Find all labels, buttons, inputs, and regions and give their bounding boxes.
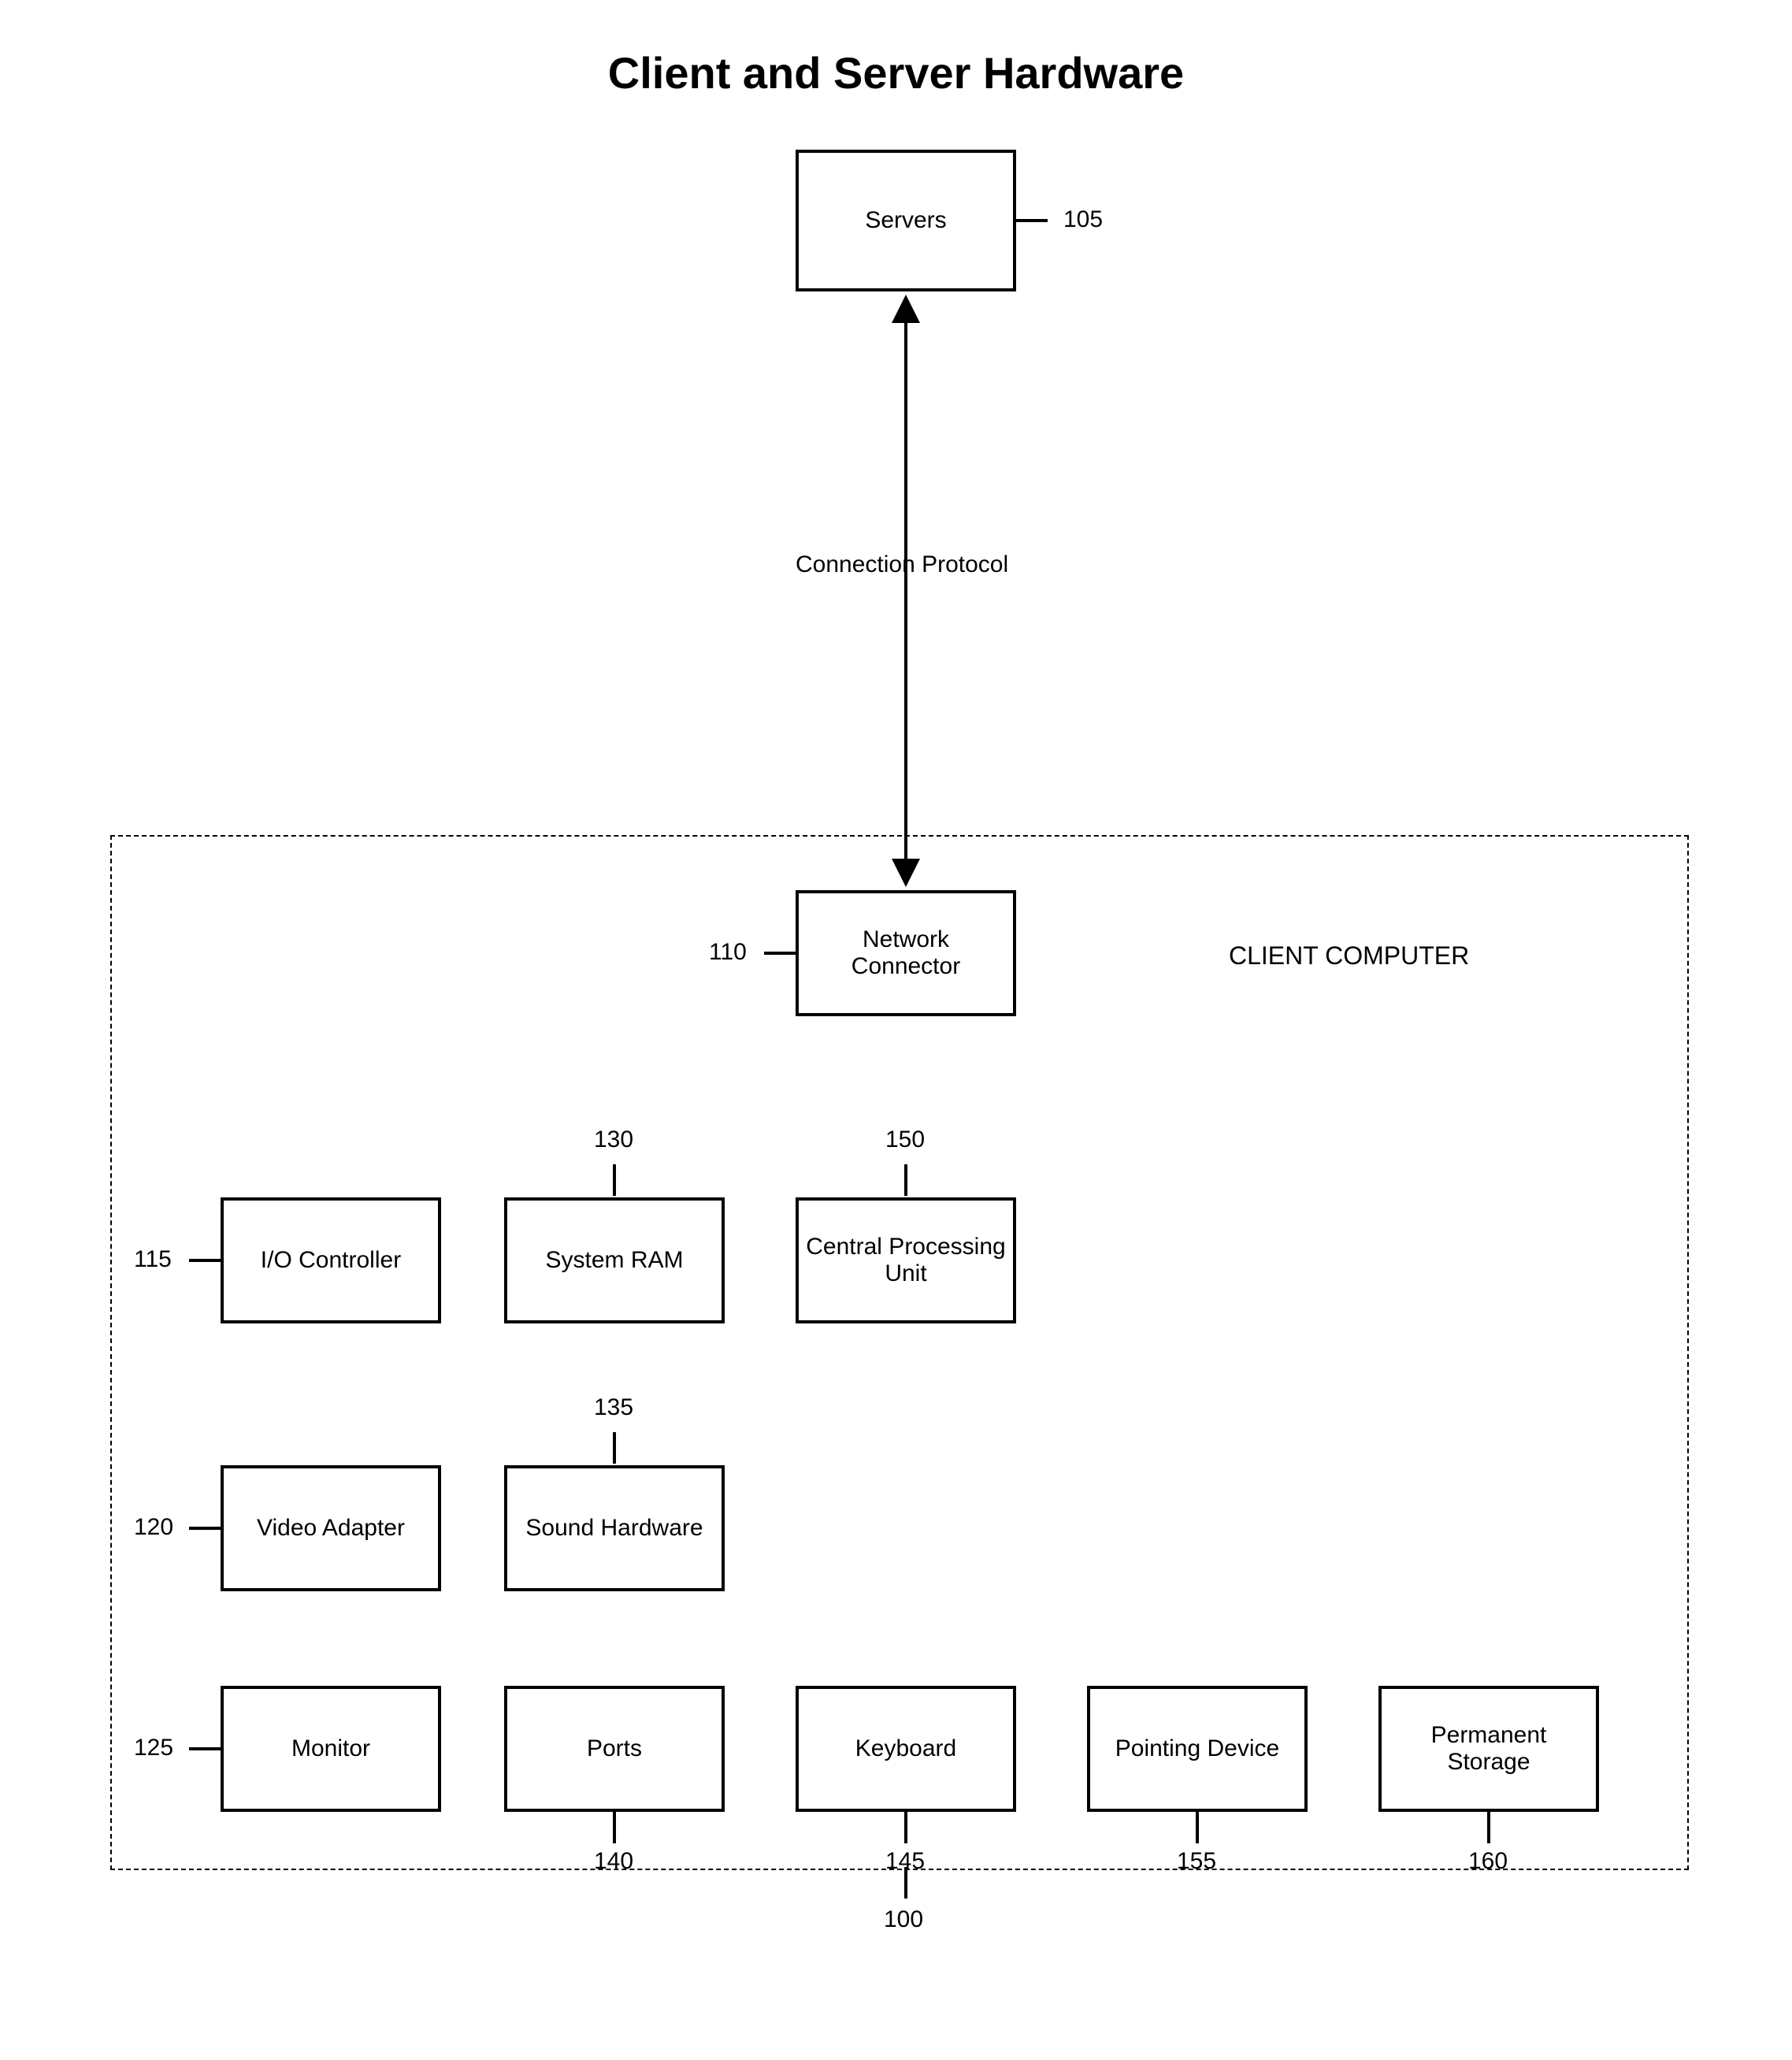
box-network-connector-label: Network Connector	[805, 926, 1007, 980]
ref-ports: 140	[594, 1848, 633, 1875]
ref-client: 100	[884, 1906, 923, 1933]
ref-monitor: 125	[134, 1735, 173, 1761]
box-system-ram-label: System RAM	[545, 1247, 683, 1274]
ref-network-connector: 110	[709, 939, 747, 966]
ref-video-adapter: 120	[134, 1514, 173, 1541]
ref-system-ram: 130	[594, 1127, 633, 1153]
box-io-controller: I/O Controller	[221, 1197, 441, 1323]
tick-monitor	[189, 1747, 221, 1750]
box-io-controller-label: I/O Controller	[261, 1247, 401, 1274]
tick-servers	[1016, 219, 1048, 222]
tick-keyboard	[904, 1812, 907, 1843]
ref-keyboard: 145	[885, 1848, 925, 1875]
ref-pointing-device: 155	[1177, 1848, 1216, 1875]
ref-io-controller: 115	[134, 1246, 172, 1273]
tick-ports	[613, 1812, 616, 1843]
box-cpu: Central Processing Unit	[796, 1197, 1016, 1323]
tick-video-adapter	[189, 1527, 221, 1530]
tick-cpu	[904, 1164, 907, 1196]
connector-line	[904, 309, 907, 873]
box-ports: Ports	[504, 1686, 725, 1812]
box-keyboard: Keyboard	[796, 1686, 1016, 1812]
box-ports-label: Ports	[587, 1735, 642, 1762]
box-keyboard-label: Keyboard	[855, 1735, 956, 1762]
box-pointing-device: Pointing Device	[1087, 1686, 1308, 1812]
box-storage-label: Permanent Storage	[1388, 1722, 1590, 1776]
diagram-page: Client and Server Hardware Servers 105 C…	[0, 0, 1792, 2060]
box-video-adapter-label: Video Adapter	[257, 1515, 405, 1542]
ref-servers: 105	[1063, 206, 1103, 233]
box-sound-hardware: Sound Hardware	[504, 1465, 725, 1591]
diagram-title: Client and Server Hardware	[0, 47, 1792, 98]
ref-storage: 160	[1468, 1848, 1508, 1875]
box-monitor: Monitor	[221, 1686, 441, 1812]
box-video-adapter: Video Adapter	[221, 1465, 441, 1591]
box-storage: Permanent Storage	[1378, 1686, 1599, 1812]
tick-sound-hardware	[613, 1432, 616, 1464]
box-pointing-device-label: Pointing Device	[1115, 1735, 1279, 1762]
box-monitor-label: Monitor	[291, 1735, 370, 1762]
box-sound-hardware-label: Sound Hardware	[525, 1515, 703, 1542]
box-network-connector: Network Connector	[796, 890, 1016, 1016]
box-cpu-label: Central Processing Unit	[805, 1234, 1007, 1287]
tick-pointing-device	[1196, 1812, 1199, 1843]
client-computer-label: CLIENT COMPUTER	[1229, 941, 1469, 971]
connection-protocol-label: Connection Protocol	[796, 551, 1008, 578]
tick-system-ram	[613, 1164, 616, 1196]
tick-io-controller	[189, 1259, 221, 1262]
box-system-ram: System RAM	[504, 1197, 725, 1323]
ref-cpu: 150	[885, 1127, 925, 1153]
box-servers: Servers	[796, 150, 1016, 291]
tick-storage	[1487, 1812, 1490, 1843]
ref-sound-hardware: 135	[594, 1394, 633, 1421]
tick-network-connector	[764, 952, 796, 955]
box-servers-label: Servers	[865, 207, 946, 234]
